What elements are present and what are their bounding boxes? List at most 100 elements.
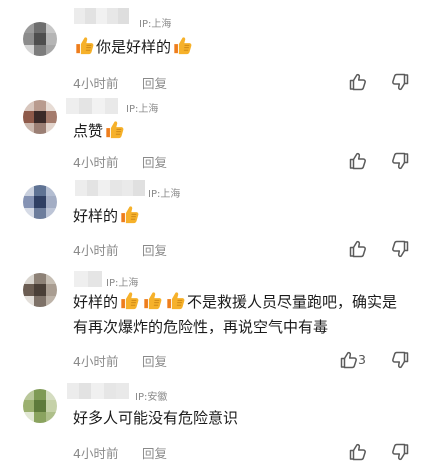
comment-list: IP:上海 你是好样的 4小时前 回复 IP:上海 点赞 4小时前 回复 IP:上海 好样的 4小时… (0, 0, 443, 470)
username-pixel (66, 98, 79, 114)
username-pixel (85, 8, 96, 24)
thumbs-up-emoji (76, 37, 94, 55)
avatar-pixel (46, 33, 57, 45)
dislike-icon[interactable] (390, 239, 410, 259)
username-pixel (121, 180, 134, 196)
dislike-icon[interactable] (390, 72, 410, 92)
avatar-pixel (46, 208, 57, 219)
username-pixel (86, 180, 99, 196)
avatar-pixel (34, 389, 46, 400)
comment-meta: 4小时前 回复 (73, 152, 167, 171)
like-icon[interactable] (348, 151, 368, 171)
like-icon[interactable] (339, 350, 359, 370)
avatar[interactable] (23, 22, 57, 56)
avatar-pixel (34, 45, 46, 56)
like-icon[interactable] (348, 442, 368, 462)
avatar-pixel (46, 400, 57, 412)
username-pixel (79, 98, 92, 114)
avatar-pixel (34, 123, 46, 134)
like-icon[interactable] (348, 72, 368, 92)
username-blurred[interactable] (67, 383, 129, 399)
avatar-pixel (23, 111, 34, 123)
thumbs-up-emoji (174, 37, 192, 55)
comment-item: IP:上海 好样的 4小时前 回复 (0, 180, 443, 263)
timestamp: 4小时前 (73, 446, 119, 461)
dislike-icon[interactable] (390, 151, 410, 171)
username-pixel (87, 271, 102, 287)
comment-meta: 4小时前 回复 (73, 351, 167, 370)
avatar[interactable] (23, 273, 57, 307)
avatar-pixel (34, 100, 46, 111)
username-pixel (110, 180, 122, 196)
reply-button[interactable]: 回复 (142, 240, 167, 259)
avatar-pixel (46, 111, 57, 123)
avatar-pixel (46, 412, 57, 423)
dislike-icon[interactable] (390, 350, 410, 370)
avatar-pixel (34, 400, 46, 412)
avatar-pixel (34, 412, 46, 423)
username-blurred[interactable] (66, 98, 118, 114)
avatar-pixel (46, 273, 57, 284)
dislike-icon[interactable] (390, 442, 410, 462)
avatar-pixel (46, 296, 57, 307)
like-icon[interactable] (348, 239, 368, 259)
avatar[interactable] (23, 389, 57, 423)
avatar-pixel (34, 196, 46, 208)
avatar-pixel (46, 123, 57, 134)
avatar-pixel (34, 111, 46, 123)
avatar-pixel (23, 196, 34, 208)
avatar-pixel (23, 296, 34, 307)
comment-meta: 4小时前 回复 (73, 443, 167, 462)
avatar-pixel (34, 33, 46, 45)
timestamp: 4小时前 (73, 354, 119, 369)
username-pixel (79, 383, 93, 399)
comment-line: 好多人可能没有危险意识 (73, 406, 238, 431)
username-blurred[interactable] (74, 271, 102, 287)
avatar-pixel (23, 389, 34, 400)
comment-text-segment: 你是好样的 (96, 38, 172, 56)
comment-text: 你是好样的 (73, 35, 194, 60)
username-pixel (115, 383, 129, 399)
thumbs-up-emoji (121, 206, 139, 224)
avatar[interactable] (23, 185, 57, 219)
comment-line: 你是好样的 (73, 35, 194, 60)
username-pixel (74, 8, 85, 24)
avatar-pixel (46, 284, 57, 296)
avatar-pixel (23, 412, 34, 423)
comment-meta: 4小时前 回复 (73, 240, 167, 259)
avatar-pixel (46, 196, 57, 208)
avatar-pixel (34, 22, 46, 33)
comment-line: 有再次爆炸的危险性，再说空气中有毒 (73, 315, 397, 340)
comment-text-segment: 有再次爆炸的危险性，再说空气中有毒 (73, 318, 329, 336)
reply-button[interactable]: 回复 (142, 73, 167, 92)
ip-location: IP:上海 (139, 19, 172, 30)
avatar-pixel (23, 208, 34, 219)
thumbs-up-emoji (106, 121, 124, 139)
username-pixel (92, 98, 105, 114)
comment-text: 好样的 (73, 204, 141, 229)
thumbs-up-emoji (121, 292, 139, 310)
avatar-pixel (23, 185, 34, 196)
comment-meta: 4小时前 回复 (73, 73, 167, 92)
username-blurred[interactable] (74, 8, 129, 24)
like-count: 3 (358, 352, 366, 367)
username-blurred[interactable] (75, 180, 146, 196)
avatar-pixel (34, 296, 46, 307)
avatar[interactable] (23, 100, 57, 134)
comment-line: 好样的 (73, 204, 141, 229)
avatar-pixel (23, 123, 34, 134)
avatar-pixel (23, 22, 34, 33)
avatar-pixel (34, 185, 46, 196)
username-pixel (118, 8, 129, 24)
comment-line: 点赞 (73, 119, 126, 144)
avatar-pixel (34, 284, 46, 296)
ip-location: IP:上海 (126, 104, 159, 115)
reply-button[interactable]: 回复 (142, 443, 167, 462)
ip-location: IP:上海 (148, 189, 181, 200)
ip-location: IP:安徽 (135, 392, 168, 403)
avatar-pixel (23, 273, 34, 284)
reply-button[interactable]: 回复 (142, 351, 167, 370)
avatar-pixel (23, 284, 34, 296)
avatar-pixel (46, 100, 57, 111)
reply-button[interactable]: 回复 (142, 152, 167, 171)
